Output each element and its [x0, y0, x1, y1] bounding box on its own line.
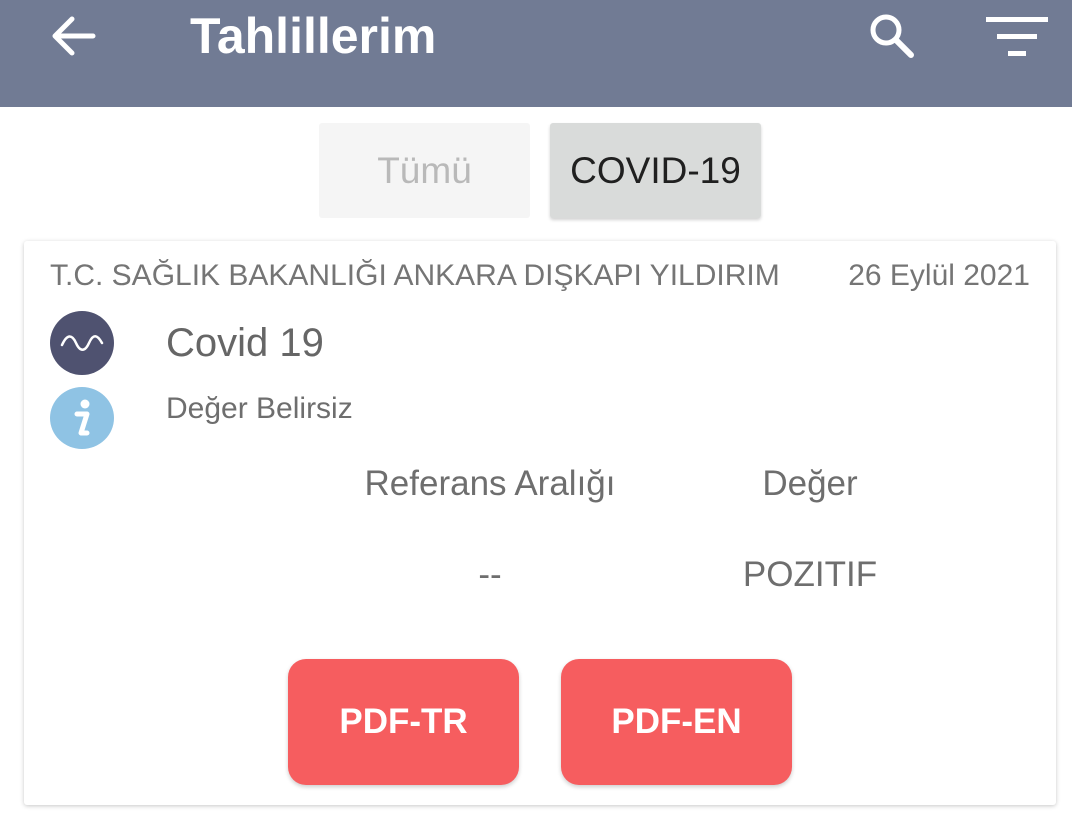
test-name: Covid 19 — [166, 321, 324, 365]
search-icon — [870, 14, 914, 58]
institution-name: T.C. SAĞLIK BAKANLIĞI ANKARA DIŞKAPI YIL… — [50, 259, 780, 292]
reference-range-value: -- — [478, 555, 502, 594]
result-value: POZITIF — [742, 555, 878, 594]
page-title: Tahlillerim — [190, 8, 437, 64]
reference-range-header: Referans Aralığı — [364, 464, 616, 503]
result-card[interactable]: T.C. SAĞLIK BAKANLIĞI ANKARA DIŞKAPI YIL… — [24, 241, 1056, 805]
search-button[interactable] — [858, 4, 924, 66]
arrow-left-icon — [52, 16, 96, 56]
back-button[interactable] — [40, 6, 108, 66]
wave-icon — [50, 311, 114, 375]
info-icon — [50, 387, 114, 449]
result-status: Değer Belirsiz — [166, 392, 353, 425]
tab-covid-19[interactable]: COVID-19 — [550, 123, 761, 218]
result-date: 26 Eylül 2021 — [848, 259, 1030, 292]
tab-all[interactable]: Tümü — [319, 123, 530, 218]
filter-icon — [986, 17, 1048, 56]
filter-button[interactable] — [978, 4, 1056, 66]
value-header: Değer — [762, 464, 858, 503]
pdf-en-button[interactable]: PDF-EN — [561, 659, 792, 785]
pdf-tr-button[interactable]: PDF-TR — [288, 659, 519, 785]
app-bar: Tahlillerim — [0, 0, 1072, 107]
